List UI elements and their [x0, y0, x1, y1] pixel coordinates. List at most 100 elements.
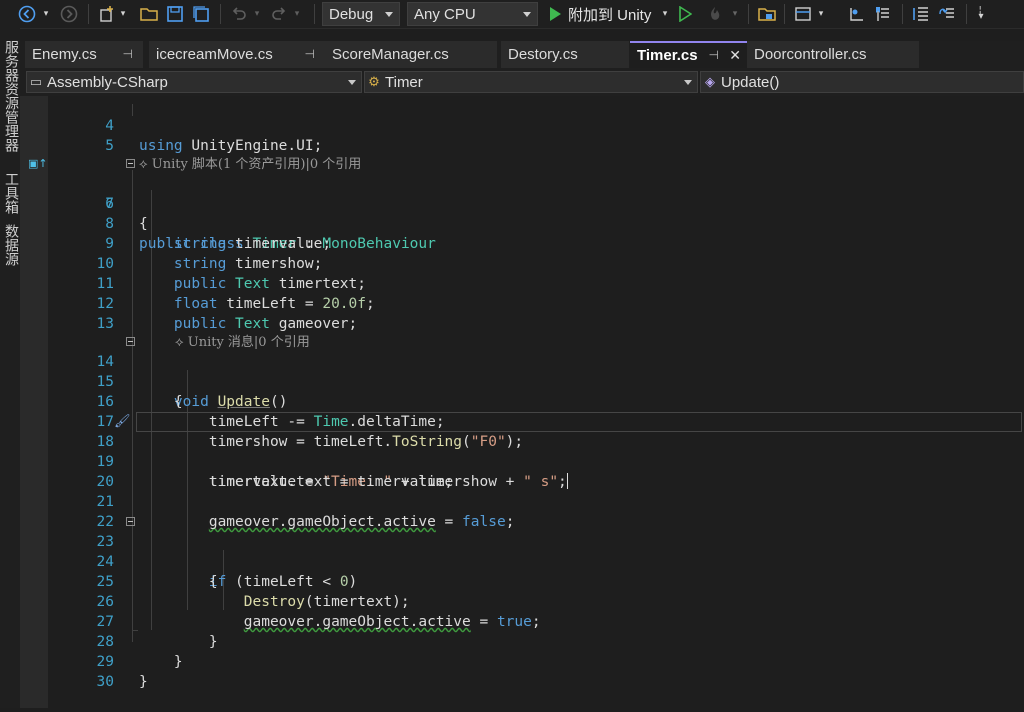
back-icon[interactable]	[16, 3, 38, 25]
code-line: 30	[20, 652, 1024, 690]
separator	[314, 4, 315, 24]
save-icon[interactable]	[164, 3, 186, 25]
code-line: 8 string timervalue;	[20, 194, 1024, 252]
quick-actions-brush-icon[interactable]: 🖌	[114, 412, 131, 432]
code-line: ▣↑ 6 public class Timer : MonoBehaviour	[20, 154, 1024, 252]
tab-label: icecreamMove.cs	[156, 46, 273, 63]
member-value: Update()	[721, 73, 780, 91]
separator	[966, 4, 967, 24]
project-dropdown[interactable]: ▭ Assembly-CSharp	[26, 71, 362, 93]
data-sources-tab[interactable]: 数据源	[2, 224, 19, 266]
code-line: 14 void Update()	[20, 332, 1024, 410]
back-dropdown-icon[interactable]: ▾	[40, 3, 52, 25]
uncomment-lines-icon[interactable]	[936, 3, 958, 25]
layout-dropdown-icon[interactable]: ▾	[816, 3, 826, 25]
redo-dropdown-icon[interactable]: ▾	[292, 3, 302, 25]
tab-timer[interactable]: Timer.cs ⊣ ✕	[630, 41, 747, 68]
start-play-icon[interactable]	[546, 3, 564, 25]
separator	[902, 4, 903, 24]
collapse-icon[interactable]	[126, 159, 135, 168]
tab-label: Enemy.cs	[32, 46, 97, 63]
collapse-icon[interactable]	[126, 517, 135, 526]
tab-scoremanager[interactable]: ScoreManager.cs	[325, 41, 497, 68]
document-tab-strip: Enemy.cs ⊣ icecreamMove.cs ⊣ ScoreManage…	[20, 41, 1024, 68]
code-line: 12 public Text gameover;	[20, 274, 1024, 332]
tab-label: ScoreManager.cs	[332, 46, 449, 63]
class-dropdown[interactable]: ⚙ Timer	[364, 71, 698, 93]
code-line: 7 {	[20, 174, 1024, 232]
code-line: 5	[20, 116, 1024, 154]
code-line: 19 timertext.text = timervalue;	[20, 432, 1024, 490]
tab-enemy[interactable]: Enemy.cs ⊣	[25, 41, 143, 68]
left-tool-strip: 服务器资源管理器 工具箱 数据源	[0, 28, 20, 708]
toolbox-tab[interactable]: 工具箱	[2, 172, 19, 214]
tab-destory[interactable]: Destory.cs	[501, 41, 629, 68]
code-line: 16 timeLeft -= Time.deltaTime;	[20, 372, 1024, 430]
pin-icon[interactable]: ⊣	[709, 43, 719, 68]
code-text: }	[139, 674, 148, 690]
code-line: 11 float timeLeft = 20.0f;	[20, 254, 1024, 312]
new-dropdown-icon[interactable]: ▾	[118, 3, 128, 25]
comment-lines-icon[interactable]	[910, 3, 932, 25]
pin-icon[interactable]: ⊣	[305, 41, 315, 68]
code-line: 21 gameover.gameObject.active = false;	[20, 472, 1024, 530]
configuration-select[interactable]: Debug	[322, 2, 400, 26]
collapse-icon[interactable]	[126, 337, 135, 346]
code-line: 27 }	[20, 592, 1024, 650]
implementation-glyph-icon[interactable]: ▣↑	[28, 154, 48, 174]
member-dropdown[interactable]: ◈ Update()	[700, 71, 1024, 93]
tab-icecreammove[interactable]: icecreamMove.cs ⊣	[149, 41, 325, 68]
project-value: Assembly-CSharp	[47, 73, 168, 91]
undo-icon[interactable]	[228, 3, 250, 25]
code-line: 17 timershow = timeLeft.ToString("F0");	[20, 392, 1024, 450]
redo-icon[interactable]	[268, 3, 290, 25]
separator	[220, 4, 221, 24]
breakpoint-location-icon[interactable]	[846, 3, 868, 25]
solution-explorer-icon[interactable]	[756, 3, 778, 25]
platform-select[interactable]: Any CPU	[407, 2, 538, 26]
attach-dropdown-icon[interactable]: ▾	[660, 3, 670, 25]
tab-label: Doorcontroller.cs	[754, 46, 867, 63]
chevron-down-icon	[684, 80, 692, 85]
new-project-icon[interactable]	[96, 3, 118, 25]
layout-icon[interactable]	[792, 3, 814, 25]
platform-value: Any CPU	[414, 5, 476, 23]
close-icon[interactable]: ✕	[729, 43, 741, 68]
hot-reload-dropdown-icon[interactable]: ▾	[730, 3, 740, 25]
tab-label: Destory.cs	[508, 46, 578, 63]
start-without-debug-icon[interactable]	[676, 3, 694, 25]
bookmark-icon[interactable]	[872, 3, 894, 25]
attach-unity-button[interactable]: 附加到 Unity	[568, 3, 651, 25]
line-number: 30	[96, 674, 114, 690]
navigation-bar: ▭ Assembly-CSharp ⚙ Timer ◈ Update()	[20, 68, 1024, 97]
code-line: 22	[20, 492, 1024, 530]
separator	[88, 4, 89, 24]
code-editor[interactable]: 4 using UnityEngine.UI; 5 ⟡ Unity 脚本(1 个…	[20, 96, 1024, 708]
undo-dropdown-icon[interactable]: ▾	[252, 3, 262, 25]
code-line: 29 }	[20, 632, 1024, 690]
forward-icon[interactable]	[58, 3, 80, 25]
separator	[748, 4, 749, 24]
code-line: 24 {	[20, 532, 1024, 590]
code-line: 10 public Text timertext;	[20, 234, 1024, 292]
save-all-icon[interactable]	[190, 3, 212, 25]
pin-icon[interactable]: ⊣	[123, 41, 133, 68]
separator	[784, 4, 785, 24]
code-line: 25 Destroy(timertext);	[20, 552, 1024, 610]
hot-reload-icon[interactable]	[704, 3, 726, 25]
code-line: 23 if (timeLeft < 0)	[20, 512, 1024, 590]
csharp-project-icon: ▭	[29, 74, 43, 89]
class-icon: ⚙	[368, 74, 380, 89]
tab-doorcontroller[interactable]: Doorcontroller.cs	[747, 41, 919, 68]
code-line: 9 string timershow;	[20, 214, 1024, 272]
configuration-value: Debug	[329, 5, 374, 23]
code-line: 20	[20, 452, 1024, 490]
code-line: 28 }	[20, 612, 1024, 670]
server-explorer-tab[interactable]: 服务器资源管理器	[2, 40, 19, 152]
toolbar-overflow-icon[interactable]: ¦ ▾	[974, 3, 988, 25]
code-line: 18 🖌 timervalue = "Time: " + timershow +…	[20, 412, 1024, 490]
method-icon: ◈	[705, 74, 715, 89]
open-folder-icon[interactable]	[138, 3, 160, 25]
chevron-down-icon	[523, 12, 531, 17]
tab-label: Timer.cs	[637, 47, 698, 64]
